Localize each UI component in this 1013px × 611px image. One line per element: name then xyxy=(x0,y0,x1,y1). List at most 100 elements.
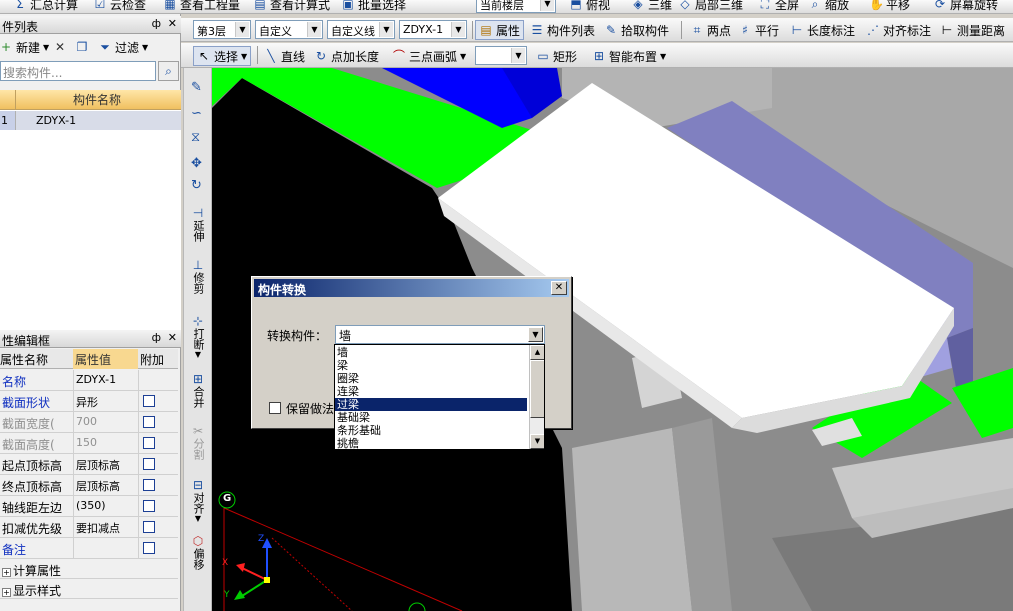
property-value[interactable]: 层顶标高 xyxy=(73,475,138,496)
smart-layout-button[interactable]: ⊞ 智能布置 ▼ xyxy=(589,46,669,66)
extra-checkbox[interactable] xyxy=(143,521,155,533)
extra-checkbox[interactable] xyxy=(143,395,155,407)
table-row[interactable]: 轴线距左边 (350) xyxy=(0,496,178,517)
rotate-screen-button[interactable]: ⟳ 屏幕旋转 xyxy=(930,0,1001,13)
table-row[interactable]: 截面宽度(700 xyxy=(0,412,178,433)
component-select[interactable]: ZDYX-1 ▼ xyxy=(399,20,467,39)
rectangle-button[interactable]: ▭ 矩形 xyxy=(533,46,580,66)
table-row[interactable]: 名称 ZDYX-1 xyxy=(0,370,178,391)
offset-copy-icon[interactable]: ∽ xyxy=(191,106,202,121)
dropdown-option[interactable]: 梁 xyxy=(335,359,527,372)
mirror-icon[interactable]: ⧖ xyxy=(191,130,200,145)
split-button[interactable]: ✂ 分割 xyxy=(186,424,210,460)
trim-button[interactable]: ⊥ 修剪 xyxy=(186,258,210,294)
move-icon[interactable]: ✥ xyxy=(191,156,202,171)
three-point-arc-button[interactable]: ⌒ 三点画弧 ▼ xyxy=(389,46,469,66)
search-button[interactable]: ⌕ xyxy=(158,61,179,81)
measure-distance-button[interactable]: ⊢ 测量距离 xyxy=(937,20,1008,40)
property-value[interactable] xyxy=(73,538,138,559)
table-row[interactable]: 终点顶标高 层顶标高 xyxy=(0,475,178,496)
pick-component-button[interactable]: ✎ 拾取构件 xyxy=(601,20,672,40)
table-row[interactable]: 起点顶标高 层顶标高 xyxy=(0,454,178,475)
properties-button[interactable]: ▤ 属性 xyxy=(475,20,525,40)
group-calc-props[interactable]: + 计算属性 xyxy=(0,559,178,579)
delete-button[interactable]: ✕ xyxy=(50,37,70,57)
dropdown-option[interactable]: 墙 xyxy=(335,346,527,359)
arc-param-select[interactable]: ▼ xyxy=(475,46,527,65)
extra-checkbox[interactable] xyxy=(143,479,155,491)
filter-button[interactable]: ⏷ 过滤 ▼ xyxy=(95,37,151,57)
pin-icon[interactable]: ф xyxy=(152,17,161,30)
close-icon[interactable]: ✕ xyxy=(168,331,177,344)
dropdown-option[interactable]: 连梁 xyxy=(335,385,527,398)
extend-button[interactable]: ⊣ 延伸 xyxy=(186,206,210,242)
fullscreen-button[interactable]: ⛶ 全屏 xyxy=(755,0,802,13)
3d-view-button[interactable]: ◈ 三维 xyxy=(628,0,675,13)
search-input[interactable]: 搜索构件... xyxy=(0,61,156,81)
property-value[interactable]: 700 xyxy=(73,412,138,433)
align-dimension-button[interactable]: ⋰ 对齐标注 xyxy=(863,20,934,40)
extra-checkbox[interactable] xyxy=(143,416,155,428)
table-row[interactable]: 1 ZDYX-1 xyxy=(0,111,181,130)
component-list-button[interactable]: ☰ 构件列表 xyxy=(527,20,598,40)
extra-checkbox[interactable] xyxy=(143,458,155,470)
property-value[interactable]: (350) xyxy=(73,496,138,517)
pan-button[interactable]: ✋ 平移 xyxy=(866,0,913,13)
extra-checkbox[interactable] xyxy=(143,500,155,512)
table-row[interactable]: 截面高度(150 xyxy=(0,433,178,454)
column-header-name[interactable]: 构件名称 xyxy=(16,90,178,110)
chevron-down-icon[interactable]: ▼ xyxy=(528,327,543,342)
floor-select[interactable]: 第3层 ▼ xyxy=(193,20,251,39)
zoom-button[interactable]: ⌕ 缩放 xyxy=(805,0,852,13)
scroll-down-button[interactable]: ▼ xyxy=(530,434,544,449)
select-button[interactable]: ↖ 选择 ▼ xyxy=(193,46,252,66)
two-point-axis-button[interactable]: ⌗ 两点 xyxy=(687,20,734,40)
batch-select-button[interactable]: ▣ 批量选择 xyxy=(338,0,409,13)
extra-checkbox[interactable] xyxy=(143,437,155,449)
floor-scope-select[interactable]: 当前楼层 ▼ xyxy=(476,0,556,13)
copy-button[interactable]: ❐ xyxy=(72,37,92,57)
expand-icon[interactable]: + xyxy=(2,568,11,577)
dropdown-option[interactable]: 圈梁 xyxy=(335,372,527,385)
property-value[interactable]: 层顶标高 xyxy=(73,454,138,475)
extra-checkbox[interactable] xyxy=(143,542,155,554)
scroll-thumb[interactable] xyxy=(530,360,544,418)
new-component-button[interactable]: + 新建 ▼ xyxy=(0,37,52,57)
property-value[interactable]: 150 xyxy=(73,433,138,454)
property-value[interactable]: 异形 xyxy=(73,391,138,412)
dropdown-option[interactable]: 基础梁 xyxy=(335,411,527,424)
offset-button[interactable]: ⬡ 偏移 xyxy=(186,534,210,570)
dropdown-scrollbar[interactable]: ▲ ▼ xyxy=(529,345,544,449)
type-select[interactable]: 自定义线 ▼ xyxy=(327,20,395,39)
align-button[interactable]: ⊟ 对齐 ▼ xyxy=(186,478,210,523)
pen-icon[interactable]: ✎ xyxy=(191,80,202,95)
parallel-axis-button[interactable]: ♯ 平行 xyxy=(735,20,782,40)
cloud-check-button[interactable]: ☑ 云检查 xyxy=(90,0,149,13)
table-row[interactable]: 扣减优先级 要扣减点 xyxy=(0,517,178,538)
dropdown-option[interactable]: 条形基础 xyxy=(335,424,527,437)
keep-method-checkbox[interactable] xyxy=(269,402,281,414)
merge-button[interactable]: ⊞ 合并 xyxy=(186,372,210,408)
dropdown-option[interactable]: 过梁 xyxy=(335,398,527,411)
view-formula-button[interactable]: ▤ 查看计算式 xyxy=(250,0,333,13)
length-dimension-button[interactable]: ⊢ 长度标注 xyxy=(787,20,858,40)
group-display-style[interactable]: + 显示样式 xyxy=(0,579,178,599)
top-view-button[interactable]: ⬒ 俯视 xyxy=(566,0,613,13)
dropdown-option[interactable]: 挑檐 xyxy=(335,437,527,449)
property-value[interactable]: ZDYX-1 xyxy=(73,370,138,391)
convert-select[interactable]: 墙 ▼ xyxy=(335,325,545,344)
pin-icon[interactable]: ф xyxy=(152,331,161,344)
view-quantity-button[interactable]: ▦ 查看工程量 xyxy=(160,0,243,13)
category-select[interactable]: 自定义 ▼ xyxy=(255,20,323,39)
point-length-button[interactable]: ↻ 点加长度 xyxy=(311,46,382,66)
rotate-icon[interactable]: ↻ xyxy=(191,178,202,193)
property-value[interactable]: 要扣减点 xyxy=(73,517,138,538)
table-row[interactable]: 截面形状 异形 xyxy=(0,391,178,412)
line-button[interactable]: ╲ 直线 xyxy=(261,46,308,66)
convert-dropdown-list[interactable]: 墙梁圈梁 连梁 过梁 基础梁 条形基础 挑檐 ▲ ▼ xyxy=(334,344,545,450)
dialog-close-button[interactable]: ✕ xyxy=(551,281,567,295)
local-3d-button[interactable]: ◇ 局部三维 xyxy=(675,0,746,13)
table-row[interactable]: 备注 xyxy=(0,538,178,559)
scroll-up-button[interactable]: ▲ xyxy=(530,345,544,360)
sum-calc-button[interactable]: Σ 汇总计算 xyxy=(10,0,81,13)
